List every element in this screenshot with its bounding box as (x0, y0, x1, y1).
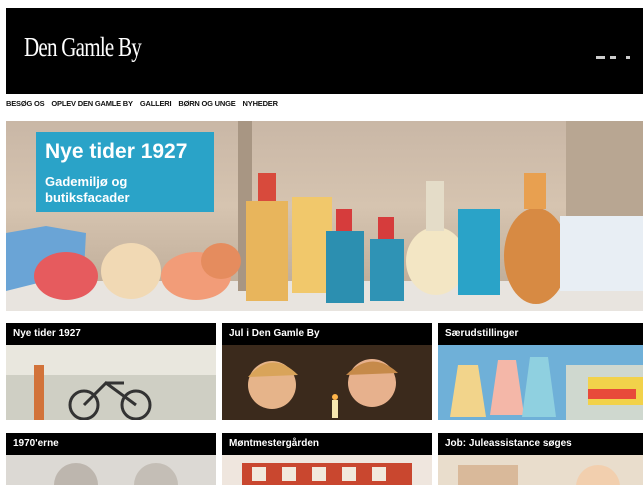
tile-title: Nye tider 1927 (6, 323, 216, 345)
tile-title: Særudstillinger (438, 323, 643, 345)
site-header: Den Gamle By (6, 8, 643, 94)
tile-1970erne[interactable]: 1970'erne (6, 433, 216, 485)
tile-title: 1970'erne (6, 433, 216, 455)
hero-title: Nye tider 1927 (45, 140, 188, 163)
tile-title: Møntmestergården (222, 433, 432, 455)
nav-item-galleri[interactable]: GALLERI (140, 99, 172, 111)
nav-item-besoeg-os[interactable]: BESØG OS (6, 99, 45, 111)
tile-moentmestergaarden[interactable]: Møntmestergården (222, 433, 432, 485)
hero-banner[interactable]: Nye tider 1927 Gademiljø og butiksfacade… (6, 121, 643, 311)
tile-title: Jul i Den Gamle By (222, 323, 432, 345)
tile-saerudstillinger[interactable]: Særudstillinger (438, 323, 643, 420)
tile-image (6, 455, 216, 485)
tile-image (438, 455, 643, 485)
header-utility-icon[interactable] (610, 56, 616, 59)
tile-title: Job: Juleassistance søges (438, 433, 643, 455)
main-nav: BESØG OS OPLEV DEN GAMLE BY GALLERI BØRN… (6, 99, 278, 111)
hero-caption-box[interactable]: Nye tider 1927 Gademiljø og butiksfacade… (36, 132, 214, 212)
nav-item-boern-og-unge[interactable]: BØRN OG UNGE (178, 99, 235, 111)
tile-image (438, 345, 643, 420)
tile-jul-i-den-gamle-by[interactable]: Jul i Den Gamle By (222, 323, 432, 420)
header-utility-icon[interactable] (626, 56, 630, 59)
site-logo[interactable]: Den Gamle By (24, 32, 142, 63)
hero-subtitle: Gademiljø og butiksfacader (45, 174, 130, 205)
header-utility-icon[interactable] (596, 56, 605, 59)
tile-job-juleassistance[interactable]: Job: Juleassistance søges (438, 433, 643, 485)
tile-image (222, 345, 432, 420)
tile-image (6, 345, 216, 420)
nav-item-nyheder[interactable]: NYHEDER (243, 99, 278, 111)
nav-item-oplev-den-gamle-by[interactable]: OPLEV DEN GAMLE BY (51, 99, 133, 111)
tile-nye-tider-1927[interactable]: Nye tider 1927 (6, 323, 216, 420)
tile-image (222, 455, 432, 485)
